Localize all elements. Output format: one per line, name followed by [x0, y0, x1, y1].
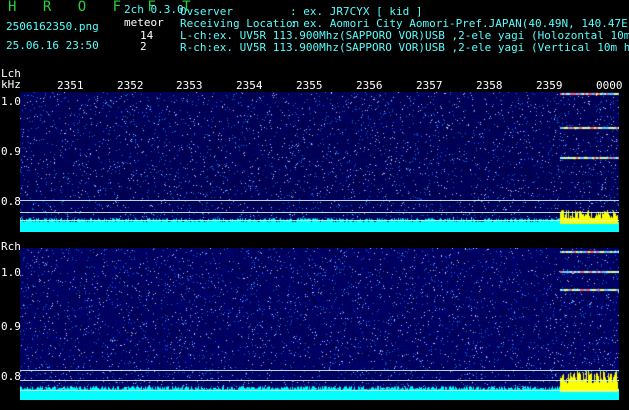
x-tick-label: 2351 [57, 79, 84, 92]
rch-spectrogram [20, 248, 619, 400]
y-tick-label: 0.8 [1, 370, 21, 383]
meteor-label: meteor [124, 16, 164, 29]
x-tick-label: 2354 [236, 79, 263, 92]
x-tick-label: 2359 [536, 79, 563, 92]
y-tick-label: 0.8 [1, 195, 21, 208]
filename-label: 2506162350.png [6, 20, 99, 33]
y-tick-label: 0.9 [1, 320, 21, 333]
rch-description: R-ch:ex. UV5R 113.900Mhz(SAPPORO VOR)USB… [180, 42, 629, 54]
x-tick-label: 2352 [117, 79, 144, 92]
x-tick-label: 2356 [356, 79, 383, 92]
location-label: Receiving Location [180, 17, 300, 30]
timestamp-label: 25.06.16 23:50 [6, 39, 99, 52]
x-tick-label: 2355 [296, 79, 323, 92]
rch-ref-line [20, 370, 619, 371]
version-label: 2ch 0.3.0 [124, 3, 184, 16]
lch-ref-line [20, 220, 619, 221]
khz-axis-label: kHz [1, 78, 21, 91]
lch-description: L-ch:ex. UV5R 113.900Mhz(SAPPORO VOR)USB… [180, 30, 629, 42]
location-value: : ex. Aomori City Aomori-Pref.JAPAN(40.4… [290, 17, 629, 30]
rch-ref-line [20, 380, 619, 381]
y-tick-label: 1.0 [1, 95, 21, 108]
rch-axis-label: Rch [1, 240, 21, 253]
lch-ref-line [20, 200, 619, 201]
x-tick-label: 0000 [596, 79, 623, 92]
x-tick-label: 2357 [416, 79, 443, 92]
hroft-window: H R O F F T 2ch 0.3.0 2506162350.png met… [0, 0, 629, 410]
rch-ref-line [20, 390, 619, 391]
y-tick-label: 0.9 [1, 145, 21, 158]
y-tick-label: 1.0 [1, 266, 21, 279]
x-tick-label: 2358 [476, 79, 503, 92]
rch-meteor-count: 2 [140, 40, 147, 53]
x-tick-label: 2353 [176, 79, 203, 92]
lch-spectrogram [20, 92, 619, 232]
lch-ref-line [20, 212, 619, 213]
